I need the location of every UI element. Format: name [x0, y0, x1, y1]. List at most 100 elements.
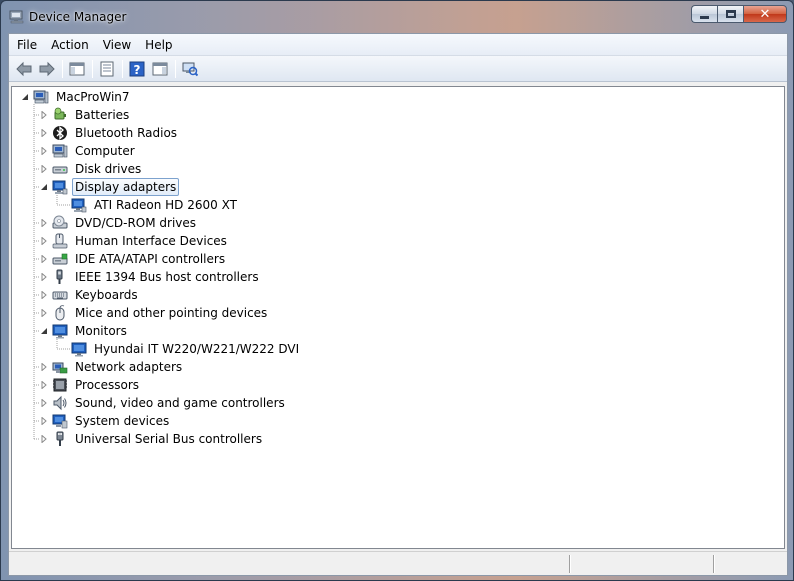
help-icon: ? — [129, 61, 145, 77]
dvd-drive-icon — [52, 215, 68, 229]
maximize-button[interactable] — [717, 5, 743, 23]
minimize-icon — [700, 15, 709, 19]
expand-arrow-icon[interactable] — [39, 218, 49, 228]
expand-arrow-icon[interactable] — [39, 398, 49, 408]
scan-hardware-changes-icon — [182, 62, 198, 76]
svg-text:?: ? — [134, 63, 141, 77]
show-action-pane-icon — [152, 62, 168, 75]
toolbar-separator — [122, 59, 123, 78]
tree-item-label: Display adapters — [72, 178, 180, 196]
tree-item-label: Human Interface Devices — [75, 234, 227, 248]
tree-category-processors[interactable]: Processors — [39, 376, 142, 394]
collapse-arrow-icon[interactable] — [39, 182, 49, 192]
display-adapter-icon — [52, 180, 68, 195]
system-device-icon — [52, 414, 68, 429]
expand-arrow-icon[interactable] — [39, 128, 49, 138]
tree-category-human-interface-devices[interactable]: Human Interface Devices — [39, 232, 230, 250]
tree-root[interactable]: MacProWin7 — [20, 88, 133, 106]
tree-item-label: Sound, video and game controllers — [75, 396, 285, 410]
tree-item-label: Monitors — [75, 324, 127, 338]
firewire-icon — [56, 269, 63, 284]
expand-arrow-icon[interactable] — [39, 416, 49, 426]
toolbar-separator — [175, 59, 176, 78]
mouse-icon — [55, 305, 65, 321]
status-bar — [9, 551, 787, 575]
expand-arrow-icon[interactable] — [39, 236, 49, 246]
tree-category-batteries[interactable]: Batteries — [39, 106, 132, 124]
menu-view[interactable]: View — [96, 36, 138, 54]
disk-drive-icon — [52, 166, 68, 174]
collapse-arrow-icon[interactable] — [20, 92, 30, 102]
expand-arrow-icon[interactable] — [39, 308, 49, 318]
tree-category-universal-serial-bus-controllers[interactable]: Universal Serial Bus controllers — [39, 430, 265, 448]
keyboard-icon — [52, 291, 68, 300]
expand-arrow-icon[interactable] — [39, 434, 49, 444]
close-button[interactable]: ✕ — [743, 5, 787, 23]
tree-category-bluetooth-radios[interactable]: Bluetooth Radios — [39, 124, 180, 142]
help-button[interactable]: ? — [126, 58, 148, 80]
expand-arrow-icon[interactable] — [39, 362, 49, 372]
device-manager-app-icon[interactable] — [9, 10, 25, 24]
speaker-icon — [53, 395, 67, 411]
tree-category-keyboards[interactable]: Keyboards — [39, 286, 141, 304]
tree-item-label: Hyundai IT W220/W221/W222 DVI — [94, 342, 300, 356]
tree-category-disk-drives[interactable]: Disk drives — [39, 160, 144, 178]
title-bar[interactable]: Device Manager ✕ — [1, 1, 793, 33]
menu-file[interactable]: File — [10, 36, 44, 54]
bluetooth-icon — [53, 126, 67, 140]
tree-item-label: Universal Serial Bus controllers — [75, 432, 263, 446]
menu-action[interactable]: Action — [44, 36, 96, 54]
battery-icon — [54, 107, 66, 120]
tree-item-label: ATI Radeon HD 2600 XT — [94, 198, 237, 212]
back-button[interactable] — [13, 58, 35, 80]
menu-help[interactable]: Help — [138, 36, 179, 54]
monitor-icon — [71, 342, 87, 357]
tree-item-label: System devices — [75, 414, 170, 428]
menu-bar: File Action View Help — [9, 34, 787, 56]
expand-arrow-icon[interactable] — [39, 290, 49, 300]
computer-icon — [33, 90, 49, 104]
tree-item-label: DVD/CD-ROM drives — [75, 216, 197, 230]
tree-category-dvd-cd-rom-drives[interactable]: DVD/CD-ROM drives — [39, 214, 199, 232]
close-icon: ✕ — [759, 6, 771, 22]
tree-item-label: Mice and other pointing devices — [75, 306, 268, 320]
expand-arrow-icon[interactable] — [39, 110, 49, 120]
window-title: Device Manager — [29, 10, 127, 24]
tree-category-display-adapters[interactable]: Display adapters — [39, 178, 180, 196]
tree-item-label: Keyboards — [75, 288, 138, 302]
tree-category-system-devices[interactable]: System devices — [39, 412, 172, 430]
expand-arrow-icon[interactable] — [39, 272, 49, 282]
tree-device[interactable]: Hyundai IT W220/W221/W222 DVI — [71, 340, 302, 358]
tree-category-ieee-1394-bus-host-controllers[interactable]: IEEE 1394 Bus host controllers — [39, 268, 262, 286]
tree-item-label: Computer — [75, 144, 135, 158]
minimize-button[interactable] — [691, 5, 717, 23]
show-hide-console-tree-icon — [69, 62, 85, 75]
expand-arrow-icon[interactable] — [39, 146, 49, 156]
expand-arrow-icon[interactable] — [39, 164, 49, 174]
forward-button[interactable] — [36, 58, 58, 80]
back-icon — [16, 61, 32, 76]
network-adapter-icon — [52, 362, 68, 374]
processor-icon — [53, 378, 67, 392]
expand-arrow-icon[interactable] — [39, 254, 49, 264]
tree-category-monitors[interactable]: Monitors — [39, 322, 130, 340]
maximize-icon — [725, 10, 736, 18]
tree-category-computer[interactable]: Computer — [39, 142, 138, 160]
properties-icon — [100, 61, 114, 76]
device-tree[interactable]: MacProWin7 Batteries Bluetooth Radios Compu… — [11, 86, 785, 549]
tree-category-sound-video-and-game-controllers[interactable]: Sound, video and game controllers — [39, 394, 288, 412]
scan-hardware-changes-button[interactable] — [179, 58, 201, 80]
collapse-arrow-icon[interactable] — [39, 326, 49, 336]
tree-category-network-adapters[interactable]: Network adapters — [39, 358, 185, 376]
show-hide-console-tree-button[interactable] — [66, 58, 88, 80]
tree-category-mice-and-other-pointing-devices[interactable]: Mice and other pointing devices — [39, 304, 270, 322]
tree-item-label: Disk drives — [75, 162, 142, 176]
show-action-pane-button[interactable] — [149, 58, 171, 80]
tree-device[interactable]: ATI Radeon HD 2600 XT — [71, 196, 240, 214]
properties-button[interactable] — [96, 58, 118, 80]
expand-arrow-icon[interactable] — [39, 380, 49, 390]
ide-controller-icon — [52, 253, 68, 265]
tree-category-ide-ata-atapi-controllers[interactable]: IDE ATA/ATAPI controllers — [39, 250, 228, 268]
device-manager-window: Device Manager ✕ File Action View Help ?… — [0, 0, 794, 581]
client-area: File Action View Help ? MacProWin7 Batte… — [8, 33, 788, 576]
